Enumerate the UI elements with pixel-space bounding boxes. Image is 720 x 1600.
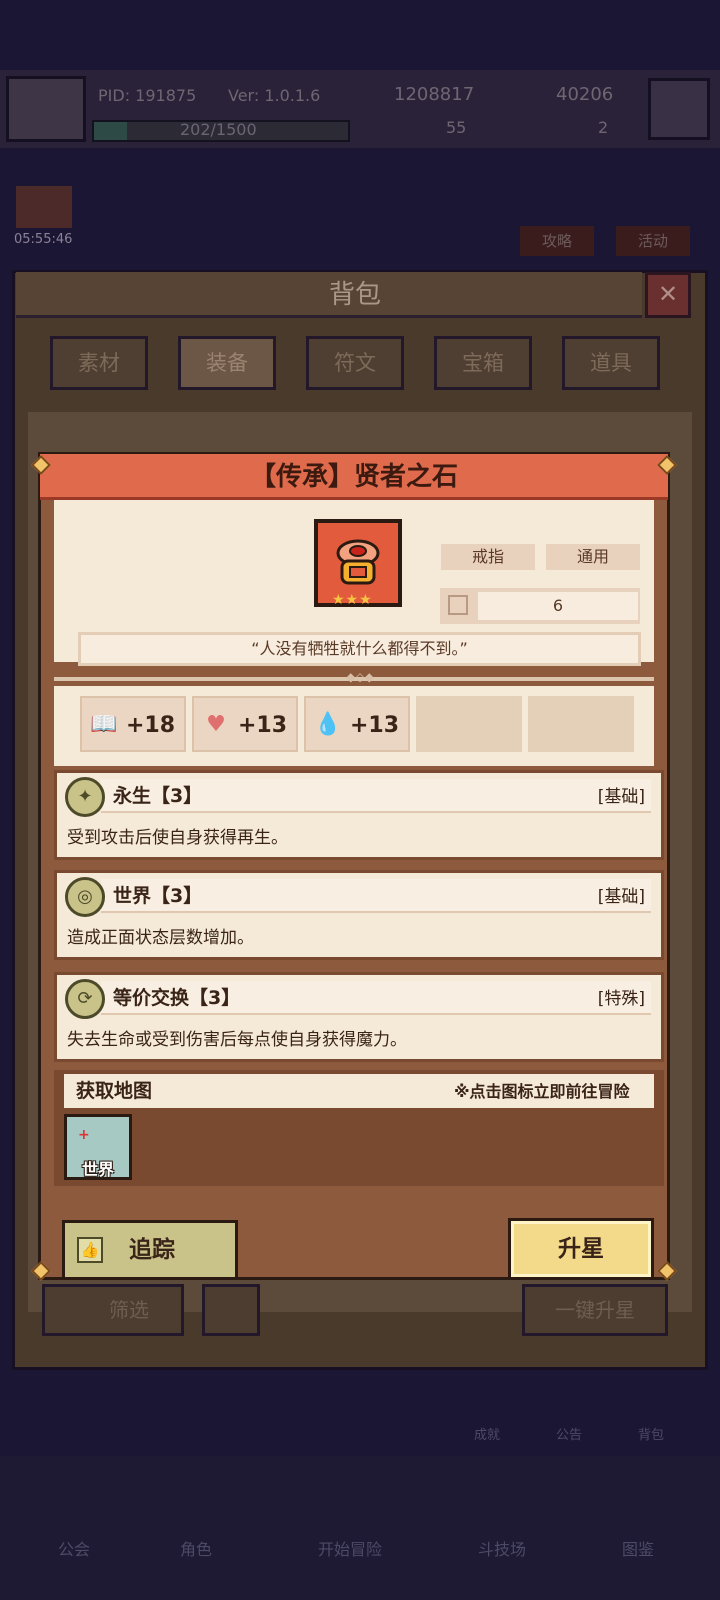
grid-icon (448, 595, 468, 615)
skill-icon: ◎ (65, 877, 105, 917)
stat-slot: ♥ +13 (192, 696, 298, 752)
guide-button[interactable]: 攻略 (520, 226, 594, 256)
skill-description: 受到攻击后使自身获得再生。 (67, 828, 288, 848)
nav-arena[interactable]: 斗技场 (478, 1536, 526, 1560)
nav-guild[interactable]: 公会 (58, 1536, 90, 1560)
heart-icon: ♥ (206, 712, 226, 737)
stat-value: +18 (126, 713, 176, 738)
skill-type: [基础] (597, 787, 645, 807)
clover-count: 55 (446, 118, 467, 137)
player-id: PID: 191875 (98, 86, 197, 105)
skill-name: 世界【3】 (113, 885, 203, 907)
upstar-button[interactable]: 升星 (508, 1218, 654, 1280)
backpack-title: 背包 (328, 280, 381, 310)
skill-icon: ✦ (65, 777, 105, 817)
world-map-label: 世界 (81, 1160, 114, 1179)
empty-stat-slot (416, 696, 522, 752)
class-tag: 通用 (546, 544, 640, 570)
star-rating: ★★★ (332, 592, 373, 608)
stat-value: +13 (350, 713, 400, 738)
skill-description: 造成正面状态层数增加。 (67, 928, 254, 948)
dock-achievement[interactable]: 成就 (474, 1424, 500, 1443)
skill-name: 永生【3】 (113, 785, 203, 807)
item-title: 【传承】贤者之石 (249, 462, 458, 492)
timer-label: 05:55:46 (14, 232, 73, 247)
stat-slot: 📖 +18 (80, 696, 186, 752)
tab-materials[interactable]: 素材 (50, 336, 148, 390)
upstar-all-button[interactable]: 一键升星 (522, 1284, 668, 1336)
tab-equipment[interactable]: 装备 (178, 336, 276, 390)
gem-count: 40206 (556, 84, 614, 105)
skill-description: 失去生命或受到伤害后每点使自身获得魔力。 (67, 1030, 407, 1050)
tab-chests[interactable]: 宝箱 (434, 336, 532, 390)
tab-runes[interactable]: 符文 (306, 336, 404, 390)
nav-character[interactable]: 角色 (180, 1536, 212, 1560)
divider-ornament: ◆◇◆ (346, 670, 374, 684)
skill-icon: ⟳ (65, 979, 105, 1019)
skill-name: 等价交换【3】 (113, 987, 241, 1009)
track-button[interactable]: 👍 追踪 (62, 1220, 238, 1280)
slot-tag: 戒指 (441, 544, 535, 570)
exp-bar-fill (94, 122, 128, 140)
skill-card: ✦ 永生【3】 [基础] 受到攻击后使自身获得再生。 (54, 770, 664, 860)
refresh-icon[interactable] (202, 1284, 260, 1336)
water-drop-icon: 💧 (314, 712, 342, 737)
book-icon: 📖 (90, 712, 118, 737)
avatar[interactable] (6, 76, 86, 142)
gear-icon[interactable] (648, 78, 710, 140)
bottom-nav (0, 1456, 720, 1600)
event-button[interactable]: 活动 (616, 226, 690, 256)
item-quote: “人没有牺牲就什么都得不到。” (78, 632, 641, 666)
version-label: Ver: 1.0.1.6 (228, 86, 321, 105)
track-label: 追踪 (129, 1237, 175, 1263)
item-level: 6 (478, 592, 638, 620)
stat-value: +13 (238, 713, 288, 738)
empty-stat-slot (528, 696, 634, 752)
dock-backpack[interactable]: 背包 (638, 1424, 664, 1443)
gold-count: 1208817 (394, 84, 475, 105)
nav-codex[interactable]: 图鉴 (622, 1536, 654, 1560)
obtain-map-hint: ※点击图标立即前往冒险 (454, 1082, 630, 1101)
filter-button[interactable]: 筛选 (42, 1284, 184, 1336)
thumbs-up-icon: 👍 (77, 1237, 103, 1263)
ring-icon (336, 539, 380, 585)
ticket-count: 2 (598, 118, 609, 137)
skill-card: ◎ 世界【3】 [基础] 造成正面状态层数增加。 (54, 870, 664, 960)
stat-slot: 💧 +13 (304, 696, 410, 752)
skill-type: [基础] (597, 887, 645, 907)
nav-start-adventure[interactable]: 开始冒险 (318, 1536, 382, 1560)
chest-icon[interactable] (16, 186, 72, 228)
dock-notice[interactable]: 公告 (556, 1424, 582, 1443)
obtain-map-title: 获取地图 (76, 1080, 153, 1102)
close-icon[interactable]: ✕ (645, 272, 691, 318)
tab-items[interactable]: 道具 (562, 336, 660, 390)
exp-label: 202/1500 (180, 120, 257, 139)
skill-card: ⟳ 等价交换【3】 [特殊] 失去生命或受到伤害后每点使自身获得魔力。 (54, 972, 664, 1062)
skill-type: [特殊] (597, 989, 645, 1009)
map-marker-icon: + (78, 1127, 90, 1143)
